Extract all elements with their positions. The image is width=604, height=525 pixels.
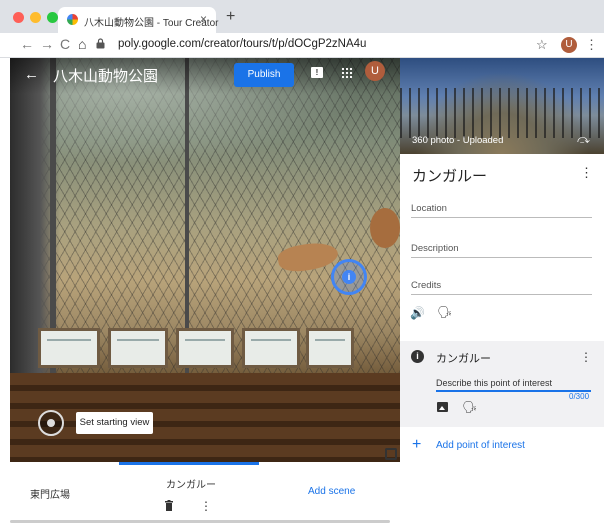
scene-item-selected[interactable]: カンガルー xyxy=(166,476,216,491)
location-field-underline xyxy=(411,217,592,218)
credits-field[interactable]: Credits xyxy=(411,280,441,291)
back-button[interactable]: ← xyxy=(20,36,34,52)
scene-options-icon[interactable]: ⋮ xyxy=(580,165,593,181)
browser-tab[interactable]: 八木山動物公園 - Tour Creator × xyxy=(58,7,219,33)
tour-creator-favicon-icon xyxy=(67,14,78,25)
info-icon: i xyxy=(342,270,356,284)
poi-character-count: 0/300 xyxy=(569,392,590,401)
poi-description-input[interactable]: Describe this point of interest xyxy=(436,378,591,392)
scene-menu-icon[interactable]: ⋮ xyxy=(200,499,212,513)
trash-icon[interactable] xyxy=(164,500,174,511)
photo-status-label: 360 photo - Uploaded xyxy=(412,135,504,146)
back-arrow-icon[interactable]: ← xyxy=(24,66,39,83)
tour-menu-icon[interactable]: ⋮ xyxy=(149,66,163,83)
set-starting-view-button[interactable]: Set starting view xyxy=(76,412,153,434)
forward-button[interactable]: → xyxy=(40,36,54,52)
address-bar[interactable]: poly.google.com/creator/tours/t/p/dOCgP2… xyxy=(96,35,556,55)
publish-button[interactable]: Publish xyxy=(234,63,294,87)
home-button[interactable]: ⌂ xyxy=(78,36,86,52)
replace-photo-icon[interactable]: ⤼ xyxy=(577,132,590,147)
credits-field-underline xyxy=(411,294,592,295)
tour-title: 八木山動物公園 xyxy=(53,68,159,85)
image-icon[interactable] xyxy=(437,402,448,412)
bookmark-star-icon[interactable]: ☆ xyxy=(536,37,548,53)
close-tab-icon[interactable]: × xyxy=(200,12,207,26)
info-sign xyxy=(176,328,234,368)
compass-icon[interactable] xyxy=(38,410,64,436)
feedback-icon[interactable]: ! xyxy=(311,67,323,78)
info-sign xyxy=(242,328,300,368)
url-text: poly.google.com/creator/tours/t/p/dOCgP2… xyxy=(118,38,367,50)
info-sign xyxy=(108,328,168,368)
app-profile-avatar[interactable]: U xyxy=(365,61,385,81)
reload-button[interactable]: C xyxy=(60,36,70,52)
maximize-window-button[interactable] xyxy=(47,12,58,23)
poi-name[interactable]: カンガルー xyxy=(436,350,491,366)
wooden-railing xyxy=(10,373,400,462)
browser-profile-avatar[interactable]: U xyxy=(561,37,577,53)
browser-menu-icon[interactable]: ⋮ xyxy=(585,37,598,53)
narration-icon[interactable]: 🗣 xyxy=(437,305,452,319)
scene-name-heading[interactable]: カンガルー xyxy=(412,165,487,186)
add-point-of-interest-button[interactable]: Add point of interest xyxy=(436,440,525,451)
lock-icon xyxy=(96,38,105,49)
close-window-button[interactable] xyxy=(13,12,24,23)
info-sign xyxy=(38,328,100,368)
kangaroo-figure xyxy=(276,238,340,276)
location-field[interactable]: Location xyxy=(411,203,447,214)
audio-icon[interactable]: 🔊 xyxy=(410,306,425,320)
narration-icon[interactable]: 🗣 xyxy=(462,400,477,414)
selected-scene-indicator xyxy=(119,462,259,465)
tab-title: 八木山動物公園 - Tour Creator xyxy=(84,18,219,29)
new-tab-button[interactable]: + xyxy=(226,8,235,26)
scene-item[interactable]: 東門広場 xyxy=(30,486,70,501)
info-sign xyxy=(306,328,354,368)
description-field-underline xyxy=(411,257,592,258)
scene-scrollbar[interactable] xyxy=(10,520,390,523)
add-scene-button[interactable]: Add scene xyxy=(308,486,355,497)
description-field[interactable]: Description xyxy=(411,243,459,254)
fullscreen-icon[interactable] xyxy=(385,448,397,460)
point-of-interest-marker[interactable]: i xyxy=(331,259,367,295)
info-icon: i xyxy=(411,350,424,363)
minimize-window-button[interactable] xyxy=(30,12,41,23)
add-icon[interactable]: + xyxy=(412,436,421,454)
apps-grid-icon[interactable] xyxy=(341,67,353,79)
browser-tab-bar: 八木山動物公園 - Tour Creator × + xyxy=(0,0,604,33)
kangaroo-figure xyxy=(370,208,400,248)
poi-menu-icon[interactable]: ⋮ xyxy=(580,350,592,364)
browser-toolbar: ← → C ⌂ poly.google.com/creator/tours/t/… xyxy=(0,33,604,58)
